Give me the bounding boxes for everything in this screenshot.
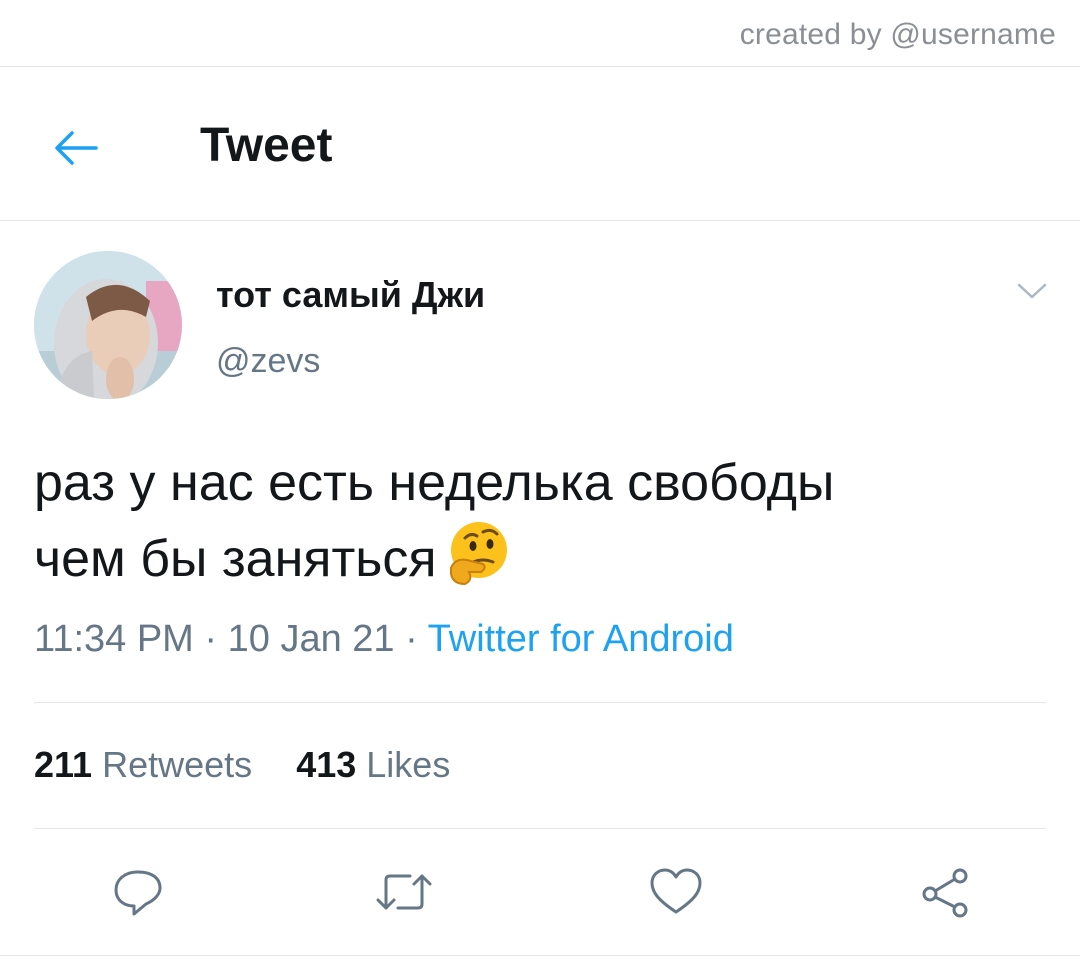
tweet-meta: 11:34 PM · 10 Jan 21 · Twitter for Andro… <box>34 618 734 661</box>
top-divider <box>0 66 1080 67</box>
tweet-text-line-2: чем бы заняться <box>34 518 1044 606</box>
bottom-divider <box>0 955 1080 956</box>
stats-divider <box>34 828 1046 829</box>
arrow-left-icon <box>55 131 98 165</box>
retweets-label: Retweets <box>102 744 253 785</box>
chevron-down-icon <box>1017 283 1047 299</box>
author-handle[interactable]: @zevs <box>216 342 320 381</box>
app-header: Tweet <box>0 68 1080 220</box>
avatar[interactable] <box>34 251 182 399</box>
back-button[interactable] <box>48 120 104 176</box>
retweet-button[interactable] <box>372 860 436 924</box>
author-display-name[interactable]: тот самый Джи <box>216 274 485 316</box>
thinking-face-icon <box>443 518 513 606</box>
like-icon <box>650 868 702 914</box>
likes-label: Likes <box>366 744 451 785</box>
meta-divider <box>34 702 1046 703</box>
tweet-text-line-2-text: чем бы заняться <box>34 530 437 588</box>
action-bar <box>0 860 1080 924</box>
share-button[interactable] <box>912 860 976 924</box>
reply-icon <box>114 870 162 916</box>
retweet-icon <box>376 874 432 910</box>
tweet-date: 10 Jan 21 <box>227 618 395 660</box>
meta-separator: · <box>193 618 228 660</box>
retweets-count: 211 <box>34 744 93 785</box>
tweet-text-line-1: раз у нас есть неделька свободы <box>34 454 835 512</box>
tweet-time: 11:34 PM <box>34 618 194 660</box>
retweets-stat[interactable]: 211 Retweets <box>34 744 252 785</box>
avatar-image <box>34 251 182 399</box>
header-divider <box>0 220 1080 221</box>
watermark: created by @username <box>739 18 1056 51</box>
share-icon <box>922 868 968 918</box>
like-button[interactable] <box>644 860 708 924</box>
page-title: Tweet <box>200 119 333 172</box>
tweet-text: раз у нас есть неделька свободы чем бы з… <box>34 448 1044 606</box>
tweet-options-button[interactable] <box>1012 276 1052 306</box>
reply-button[interactable] <box>106 860 170 924</box>
meta-separator: · <box>394 618 428 660</box>
tweet-stats: 211 Retweets 413 Likes <box>34 744 484 786</box>
likes-count: 413 <box>296 744 357 785</box>
tweet-source-link[interactable]: Twitter for Android <box>428 618 734 660</box>
likes-stat[interactable]: 413 Likes <box>296 744 450 785</box>
